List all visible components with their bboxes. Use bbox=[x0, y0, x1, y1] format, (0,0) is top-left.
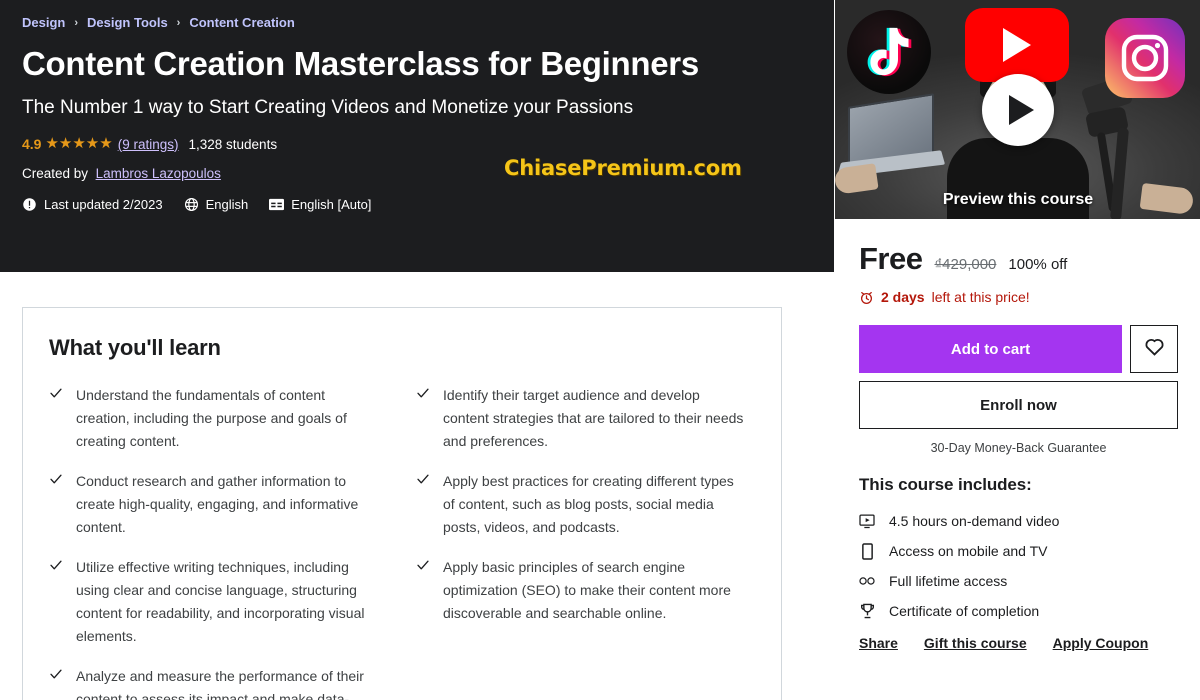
share-link[interactable]: Share bbox=[859, 635, 898, 651]
list-item: Apply best practices for creating differ… bbox=[416, 470, 757, 539]
infinity-icon bbox=[859, 575, 875, 587]
alarm-clock-icon bbox=[859, 290, 874, 305]
add-to-wishlist-button[interactable] bbox=[1130, 325, 1178, 373]
tiktok-logo-icon bbox=[847, 10, 931, 94]
check-icon bbox=[49, 558, 63, 648]
list-item: Certificate of completion bbox=[859, 596, 1178, 626]
language-text: English bbox=[205, 196, 249, 212]
monitor-play-icon bbox=[859, 514, 875, 529]
page-title: Content Creation Masterclass for Beginne… bbox=[22, 45, 699, 82]
course-headline: The Number 1 way to Start Creating Video… bbox=[22, 97, 634, 118]
course-preview-video[interactable]: Preview this course bbox=[835, 0, 1200, 219]
rating-value: 4.9 bbox=[22, 136, 42, 152]
breadcrumb-item-design-tools[interactable]: Design Tools bbox=[87, 14, 168, 32]
play-triangle-icon bbox=[1009, 95, 1034, 125]
course-hero-header: Design › Design Tools › Content Creation… bbox=[0, 0, 834, 272]
trophy-icon bbox=[859, 603, 875, 619]
learn-column-left: Understand the fundamentals of content c… bbox=[49, 384, 390, 700]
learn-objective-text: Identify their target audience and devel… bbox=[443, 387, 744, 449]
list-item: Analyze and measure the performance of t… bbox=[49, 665, 390, 700]
created-by-label: Created by bbox=[22, 166, 89, 181]
course-landing-page: Design › Design Tools › Content Creation… bbox=[0, 0, 1200, 700]
instagram-logo-icon bbox=[1105, 18, 1185, 98]
preview-this-course-label: Preview this course bbox=[942, 191, 1094, 208]
list-item: Conduct research and gather information … bbox=[49, 470, 390, 539]
money-back-guarantee-text: 30-Day Money-Back Guarantee bbox=[930, 441, 1107, 455]
enroll-now-button[interactable]: Enroll now bbox=[859, 381, 1178, 429]
list-item: Apply basic principles of search engine … bbox=[416, 556, 757, 625]
youtube-logo-icon bbox=[965, 8, 1069, 82]
learn-objectives-grid: Understand the fundamentals of content c… bbox=[49, 384, 757, 700]
learn-objective-text: Conduct research and gather information … bbox=[76, 473, 359, 535]
check-icon bbox=[416, 386, 430, 453]
purchase-panel: Free ₫429,000 100% off 2 days left at th… bbox=[835, 219, 1200, 651]
breadcrumb-item-content-creation[interactable]: Content Creation bbox=[189, 14, 294, 32]
check-icon bbox=[49, 472, 63, 539]
mobile-device-icon bbox=[859, 542, 875, 560]
exclamation-circle-icon bbox=[22, 197, 37, 212]
course-meta-row: Last updated 2/2023 English English [Aut… bbox=[22, 194, 834, 214]
what-you-will-learn-title: What you'll learn bbox=[49, 335, 221, 360]
includes-label: Access on mobile and TV bbox=[889, 543, 1048, 559]
price-timer-banner: 2 days left at this price! bbox=[859, 287, 1178, 307]
main-content: What you'll learn Understand the fundame… bbox=[0, 272, 834, 700]
last-updated-meta: Last updated 2/2023 bbox=[22, 197, 163, 212]
list-item: Access on mobile and TV bbox=[859, 536, 1178, 566]
cta-row: Add to cart bbox=[859, 325, 1178, 373]
closed-captions-icon bbox=[269, 197, 285, 212]
list-item: Identify their target audience and devel… bbox=[416, 384, 757, 453]
add-to-cart-button[interactable]: Add to cart bbox=[859, 325, 1122, 373]
learn-objective-text: Apply best practices for creating differ… bbox=[443, 473, 734, 535]
includes-label: Certificate of completion bbox=[889, 603, 1040, 619]
what-you-will-learn-card: What you'll learn Understand the fundame… bbox=[22, 307, 782, 700]
rating-row: 4.9 ★★★★★ (9 ratings) 1,328 students bbox=[22, 134, 834, 154]
price-row: Free ₫429,000 100% off bbox=[859, 241, 1178, 277]
list-item: Full lifetime access bbox=[859, 566, 1178, 596]
learn-objective-text: Understand the fundamentals of content c… bbox=[76, 387, 347, 449]
gift-this-course-link[interactable]: Gift this course bbox=[924, 635, 1027, 651]
learn-objective-text: Utilize effective writing techniques, in… bbox=[76, 559, 365, 644]
timer-text: left at this price! bbox=[931, 289, 1030, 305]
includes-label: 4.5 hours on-demand video bbox=[889, 513, 1060, 529]
check-icon bbox=[416, 472, 430, 539]
captions-meta: English [Auto] bbox=[269, 197, 371, 212]
heart-icon bbox=[1144, 337, 1165, 361]
apply-coupon-link[interactable]: Apply Coupon bbox=[1053, 635, 1149, 651]
sidebar-footer-links: Share Gift this course Apply Coupon bbox=[859, 635, 1178, 651]
play-button-icon[interactable] bbox=[982, 74, 1054, 146]
globe-icon bbox=[184, 197, 199, 212]
breadcrumb: Design › Design Tools › Content Creation bbox=[22, 14, 834, 32]
ratings-count-link[interactable]: (9 ratings) bbox=[118, 137, 179, 152]
breadcrumb-item-design[interactable]: Design bbox=[22, 14, 65, 32]
language-meta: English bbox=[184, 196, 249, 212]
star-rating-icon: ★★★★★ bbox=[45, 135, 113, 152]
last-updated-text: Last updated 2/2023 bbox=[44, 196, 163, 212]
students-count: 1,328 students bbox=[188, 136, 278, 152]
check-icon bbox=[416, 558, 430, 625]
list-item: 4.5 hours on-demand video bbox=[859, 506, 1178, 536]
this-course-includes-title: This course includes: bbox=[859, 475, 1032, 494]
learn-objective-text: Analyze and measure the performance of t… bbox=[76, 668, 364, 700]
learn-column-right: Identify their target audience and devel… bbox=[416, 384, 757, 700]
includes-label: Full lifetime access bbox=[889, 573, 1008, 589]
captions-text: English [Auto] bbox=[291, 196, 372, 212]
breadcrumb-separator-icon: › bbox=[176, 17, 181, 29]
original-price: ₫429,000 bbox=[934, 256, 997, 273]
list-item: Understand the fundamentals of content c… bbox=[49, 384, 390, 453]
purchase-sidebar: Preview this course Free ₫429,000 100% o… bbox=[834, 0, 1200, 700]
course-includes-list: 4.5 hours on-demand video Access on mobi… bbox=[859, 506, 1178, 626]
timer-days: 2 days bbox=[881, 289, 925, 305]
discount-percentage: 100% off bbox=[1008, 256, 1068, 273]
check-icon bbox=[49, 386, 63, 453]
learn-objective-text: Apply basic principles of search engine … bbox=[443, 559, 731, 621]
breadcrumb-separator-icon: › bbox=[74, 17, 79, 29]
site-watermark: ChiasePremium.com bbox=[504, 156, 742, 180]
list-item: Utilize effective writing techniques, in… bbox=[49, 556, 390, 648]
check-icon bbox=[49, 667, 63, 700]
current-price: Free bbox=[859, 241, 923, 276]
instructor-link[interactable]: Lambros Lazopoulos bbox=[96, 166, 221, 181]
